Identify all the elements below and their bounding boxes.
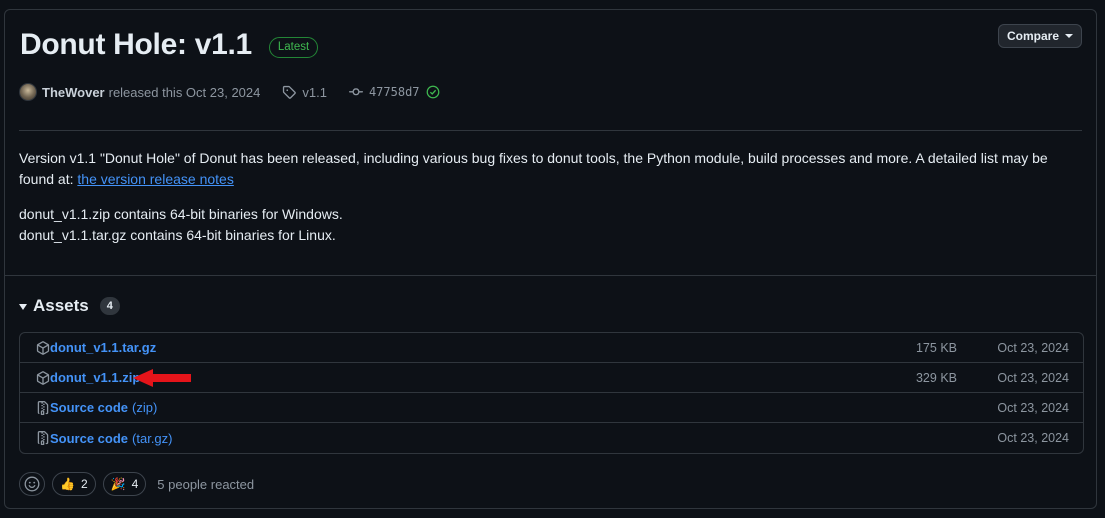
notes-line-linux: donut_v1.1.tar.gz contains 64-bit binari… xyxy=(19,227,336,243)
release-meta: TheWover released this Oct 23, 2024 v1.1… xyxy=(19,83,440,101)
divider xyxy=(5,275,1096,276)
asset-link[interactable]: donut_v1.1.tar.gz xyxy=(50,340,156,355)
verified-check-icon[interactable] xyxy=(426,85,440,99)
tada-icon: 🎉 xyxy=(110,477,126,491)
asset-row: donut_v1.1.zip 329 KB Oct 23, 2024 xyxy=(20,363,1083,393)
asset-row: Source code (tar.gz) Oct 23, 2024 xyxy=(20,423,1083,453)
package-icon xyxy=(36,340,50,355)
assets-count-badge: 4 xyxy=(99,297,120,315)
asset-format[interactable]: (zip) xyxy=(132,400,157,415)
asset-link[interactable]: Source code xyxy=(50,400,128,415)
notes-paragraph: Version v1.1 "Donut Hole" of Donut has b… xyxy=(19,148,1084,190)
release-card: Donut Hole: v1.1 Latest Compare TheWover… xyxy=(4,9,1097,509)
asset-size: 329 KB xyxy=(915,370,957,385)
release-notes: Version v1.1 "Donut Hole" of Donut has b… xyxy=(19,148,1084,246)
reactions-bar: 👍 2 🎉 4 5 people reacted xyxy=(19,472,254,496)
asset-format[interactable]: (tar.gz) xyxy=(132,431,172,446)
avatar[interactable] xyxy=(19,83,37,101)
asset-size: 175 KB xyxy=(915,340,957,355)
add-reaction-button[interactable] xyxy=(19,472,45,496)
release-notes-link[interactable]: the version release notes xyxy=(77,171,233,187)
asset-date: Oct 23, 2024 xyxy=(997,400,1069,415)
asset-row: donut_v1.1.tar.gz 175 KB Oct 23, 2024 xyxy=(20,333,1083,363)
author-link[interactable]: TheWover xyxy=(42,85,105,100)
tada-count: 4 xyxy=(131,477,139,491)
reactions-summary[interactable]: 5 people reacted xyxy=(157,477,254,492)
asset-row: Source code (zip) Oct 23, 2024 xyxy=(20,393,1083,423)
assets-toggle[interactable]: Assets 4 xyxy=(19,296,120,316)
assets-title: Assets xyxy=(33,296,89,315)
package-icon xyxy=(36,370,50,385)
notes-line-windows: donut_v1.1.zip contains 64-bit binaries … xyxy=(19,206,343,222)
smiley-icon xyxy=(24,476,40,492)
assets-list: donut_v1.1.tar.gz 175 KB Oct 23, 2024 do… xyxy=(19,332,1084,454)
red-arrow-annotation-icon xyxy=(133,367,193,389)
release-title[interactable]: Donut Hole: v1.1 xyxy=(20,28,252,62)
tada-reaction-button[interactable]: 🎉 4 xyxy=(102,472,147,496)
file-zip-icon xyxy=(36,400,50,415)
asset-date: Oct 23, 2024 xyxy=(997,340,1069,355)
asset-date: Oct 23, 2024 xyxy=(997,431,1069,445)
asset-link[interactable]: Source code xyxy=(50,431,128,446)
asset-link[interactable]: donut_v1.1.zip xyxy=(50,370,140,385)
notes-paragraph: donut_v1.1.zip contains 64-bit binaries … xyxy=(19,204,1084,246)
chevron-down-icon xyxy=(1065,34,1073,38)
release-title-row: Donut Hole: v1.1 Latest xyxy=(20,28,319,62)
latest-badge: Latest xyxy=(268,36,319,58)
compare-button[interactable]: Compare xyxy=(997,24,1082,48)
commit-icon xyxy=(348,85,363,99)
thumbs-up-count: 2 xyxy=(80,477,88,491)
tag-link[interactable]: v1.1 xyxy=(302,85,327,100)
triangle-down-icon xyxy=(19,304,27,310)
thumbs-up-reaction-button[interactable]: 👍 2 xyxy=(52,472,96,496)
compare-label: Compare xyxy=(1006,29,1059,43)
tag-icon xyxy=(282,85,297,99)
thumbs-up-icon: 👍 xyxy=(60,477,75,491)
released-text: released this Oct 23, 2024 xyxy=(108,84,261,100)
asset-date: Oct 23, 2024 xyxy=(997,370,1069,385)
commit-link[interactable]: 47758d7 xyxy=(369,85,420,99)
file-zip-icon xyxy=(36,431,50,445)
divider xyxy=(19,130,1082,131)
